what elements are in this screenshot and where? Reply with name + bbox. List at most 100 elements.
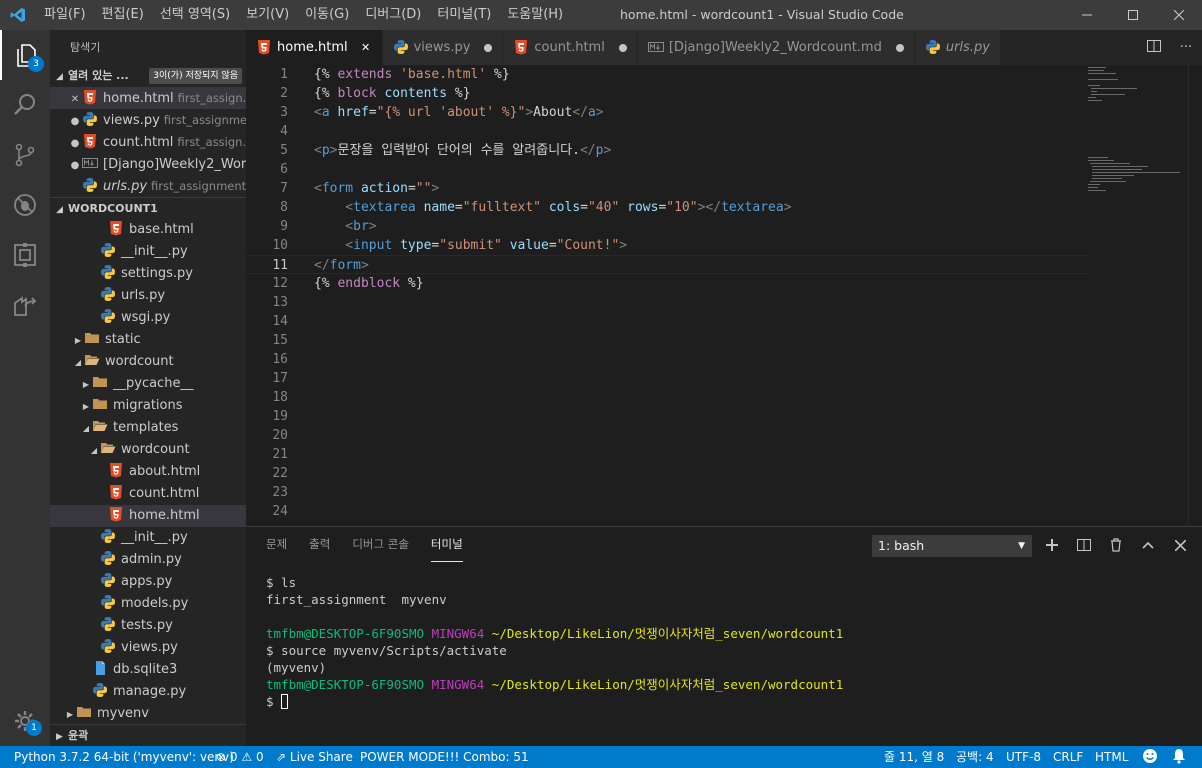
tree-folder[interactable]: ▶ __pycache__ bbox=[50, 373, 246, 395]
settings-gear-icon[interactable]: 1 bbox=[0, 696, 50, 746]
editor-scrollbar[interactable] bbox=[1188, 65, 1202, 525]
terminal-select[interactable]: 1: bash ▼ bbox=[872, 535, 1032, 557]
problems-indicator[interactable]: ⊗ 0 ⚠ 0 bbox=[216, 746, 264, 768]
split-editor-icon[interactable] bbox=[1138, 39, 1170, 56]
code-line[interactable]: 10 <input type="submit" value="Count!"> bbox=[246, 236, 1088, 255]
tab-views-py[interactable]: views.py bbox=[382, 30, 504, 65]
search-icon[interactable] bbox=[0, 80, 50, 130]
menu-item[interactable]: 선택 영역(S) bbox=[152, 0, 238, 30]
tree-folder[interactable]: ▶ static bbox=[50, 329, 246, 351]
language-mode[interactable]: HTML bbox=[1095, 746, 1128, 768]
code-line[interactable]: 6 bbox=[246, 160, 1088, 179]
tree-folder[interactable]: ◢ wordcount bbox=[50, 351, 246, 373]
menu-item[interactable]: 터미널(T) bbox=[429, 0, 499, 30]
maximize-button[interactable] bbox=[1110, 0, 1156, 30]
tab-urls-py[interactable]: urls.py bbox=[914, 30, 1001, 65]
debug-icon[interactable] bbox=[0, 180, 50, 230]
tab-home-html[interactable]: home.html ✕ bbox=[246, 30, 383, 65]
code-line[interactable]: 11 </form> bbox=[246, 255, 1088, 274]
open-editor-item[interactable]: ✕ home.htmlfirst_assign... bbox=[50, 87, 246, 109]
panel-tab[interactable]: 출력 bbox=[309, 527, 330, 562]
menu-item[interactable]: 파일(F) bbox=[36, 0, 94, 30]
unsaved-dot-icon[interactable] bbox=[895, 43, 904, 52]
code-line[interactable]: 20 bbox=[246, 426, 1088, 445]
split-terminal-icon[interactable] bbox=[1068, 533, 1100, 557]
open-editor-item[interactable]: ● [Django]Weekly2_Wor... bbox=[50, 153, 246, 175]
menu-item[interactable]: 편집(E) bbox=[94, 0, 152, 30]
maximize-panel-icon[interactable] bbox=[1132, 533, 1164, 557]
close-icon[interactable]: ✕ bbox=[68, 89, 82, 109]
code-line[interactable]: 21 bbox=[246, 445, 1088, 464]
code-line[interactable]: 7 <form action=""> bbox=[246, 179, 1088, 198]
close-icon[interactable]: ✕ bbox=[360, 41, 372, 54]
menu-item[interactable]: 도움말(H) bbox=[499, 0, 571, 30]
line-ending[interactable]: CRLF bbox=[1053, 746, 1083, 768]
code-line[interactable]: 18 bbox=[246, 388, 1088, 407]
tree-file[interactable]: count.html bbox=[50, 483, 246, 505]
code-line[interactable]: 16 bbox=[246, 350, 1088, 369]
unsaved-dot-icon[interactable] bbox=[484, 43, 493, 52]
code-line[interactable]: 15 bbox=[246, 331, 1088, 350]
tree-file[interactable]: views.py bbox=[50, 637, 246, 659]
live-share-icon[interactable] bbox=[0, 280, 50, 330]
tree-file[interactable]: __init__.py bbox=[50, 241, 246, 263]
code-line[interactable]: 3 <a href="{% url 'about' %}">About</a> bbox=[246, 103, 1088, 122]
tree-file[interactable]: apps.py bbox=[50, 571, 246, 593]
tree-folder[interactable]: ◢ wordcount bbox=[50, 439, 246, 461]
code-line[interactable]: 13 bbox=[246, 293, 1088, 312]
menu-item[interactable]: 보기(V) bbox=[238, 0, 297, 30]
code-line[interactable]: 4 bbox=[246, 122, 1088, 141]
tree-file[interactable]: db.sqlite3 bbox=[50, 659, 246, 681]
tree-file[interactable]: base.html bbox=[50, 219, 246, 241]
code-line[interactable]: 8 <textarea name="fulltext" cols="40" ro… bbox=[246, 198, 1088, 217]
open-editors-header[interactable]: ◢ 열려 있는 ... 3이(가) 저장되지 않음 bbox=[50, 65, 246, 87]
minimap[interactable] bbox=[1088, 65, 1188, 525]
close-panel-icon[interactable] bbox=[1164, 533, 1196, 557]
unsaved-dot-icon[interactable]: ● bbox=[68, 133, 82, 153]
panel-tab[interactable]: 문제 bbox=[266, 527, 287, 562]
cursor-position[interactable]: 줄 11, 열 8 bbox=[884, 746, 944, 768]
code-line[interactable]: 22 bbox=[246, 464, 1088, 483]
tree-file[interactable]: wsgi.py bbox=[50, 307, 246, 329]
tree-file[interactable]: manage.py bbox=[50, 681, 246, 703]
open-editor-item[interactable]: ● views.pyfirst_assignme... bbox=[50, 109, 246, 131]
more-actions-icon[interactable]: ··· bbox=[1170, 40, 1202, 55]
tree-folder[interactable]: ▶ migrations bbox=[50, 395, 246, 417]
tree-file[interactable]: urls.py bbox=[50, 285, 246, 307]
code-line[interactable]: 1 {% extends 'base.html' %} bbox=[246, 65, 1088, 84]
open-editor-item[interactable]: ● count.html first_assign... bbox=[50, 131, 246, 153]
panel-tab[interactable]: 디버그 콘솔 bbox=[352, 527, 409, 562]
code-editor[interactable]: 1 {% extends 'base.html' %} 2 {% block cont… bbox=[246, 65, 1202, 525]
tree-file[interactable]: about.html bbox=[50, 461, 246, 483]
trash-icon[interactable] bbox=[1100, 533, 1132, 557]
code-line[interactable]: 2 {% block contents %} bbox=[246, 84, 1088, 103]
open-editor-item[interactable]: urls.pyfirst_assignment\... bbox=[50, 175, 246, 197]
tree-file[interactable]: admin.py bbox=[50, 549, 246, 571]
tab-django-weekly2-wordcount-md[interactable]: [Django]Weekly2_Wordcount.md bbox=[637, 30, 915, 65]
unsaved-dot-icon[interactable] bbox=[618, 43, 627, 52]
menu-item[interactable]: 디버그(D) bbox=[357, 0, 429, 30]
outline-header[interactable]: ▶ 윤곽 bbox=[50, 724, 246, 746]
notifications-bell-icon[interactable] bbox=[1172, 746, 1186, 768]
minimize-button[interactable] bbox=[1064, 0, 1110, 30]
code-line[interactable]: 19 bbox=[246, 407, 1088, 426]
tree-folder[interactable]: ◢ templates bbox=[50, 417, 246, 439]
code-line[interactable]: 17 bbox=[246, 369, 1088, 388]
feedback-smiley-icon[interactable] bbox=[1142, 746, 1158, 768]
code-line[interactable]: 12 {% endblock %} bbox=[246, 274, 1088, 293]
python-interpreter[interactable]: Python 3.7.2 64-bit ('myvenv': venv) bbox=[14, 746, 234, 768]
unsaved-dot-icon[interactable]: ● bbox=[68, 155, 82, 175]
unsaved-dot-icon[interactable]: ● bbox=[68, 111, 82, 131]
close-window-button[interactable] bbox=[1156, 0, 1202, 30]
tab-count-html[interactable]: count.html bbox=[503, 30, 638, 65]
indentation[interactable]: 공백: 4 bbox=[956, 746, 994, 768]
tree-file[interactable]: __init__.py bbox=[50, 527, 246, 549]
tree-file[interactable]: home.html bbox=[50, 505, 246, 527]
tree-file[interactable]: settings.py bbox=[50, 263, 246, 285]
encoding[interactable]: UTF-8 bbox=[1006, 746, 1041, 768]
menu-item[interactable]: 이동(G) bbox=[297, 0, 357, 30]
tree-file[interactable]: tests.py bbox=[50, 615, 246, 637]
code-line[interactable]: 5 <p>문장을 입력받아 단어의 수를 알려줍니다.</p> bbox=[246, 141, 1088, 160]
explorer-icon[interactable]: 3 bbox=[0, 30, 50, 80]
terminal-output[interactable]: $ ls first_assignment myvenv tmfbm@DESKTOP… bbox=[266, 574, 1186, 710]
